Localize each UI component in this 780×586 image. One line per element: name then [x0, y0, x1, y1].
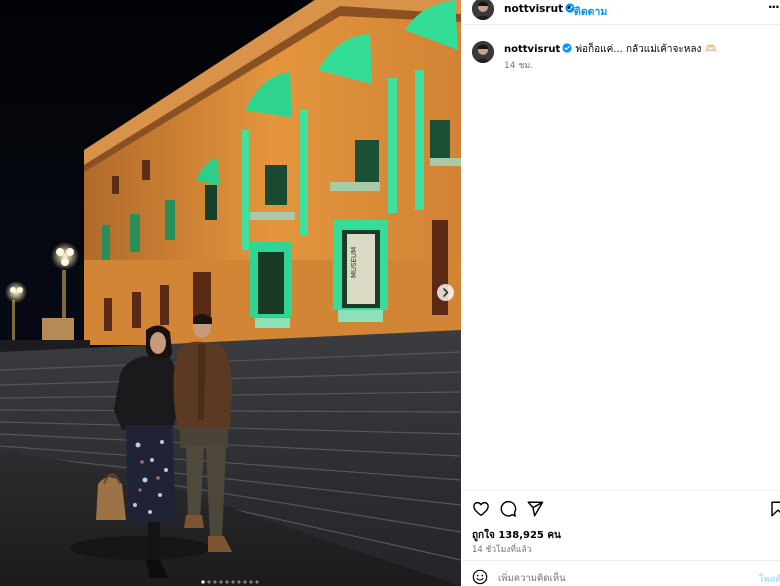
bookmark-icon[interactable]: [769, 500, 780, 518]
post-comment-button[interactable]: โพสต์: [759, 572, 780, 586]
post-photo[interactable]: MUSEUM: [0, 0, 461, 586]
post-header: nottvisrut • ติดตาม ···: [461, 0, 780, 25]
carousel-dot: [237, 580, 241, 584]
post-panel: nottvisrut • ติดตาม ··· nottvisrut พ่อก็…: [461, 0, 780, 586]
follow-button[interactable]: ติดตาม: [574, 3, 607, 20]
comment-icon[interactable]: [499, 500, 517, 518]
likes-count[interactable]: ถูกใจ 138,925 คน: [472, 528, 561, 543]
carousel-dot: [255, 580, 259, 584]
museum-sign-text: MUSEUM: [350, 247, 358, 278]
carousel-dot: [219, 580, 223, 584]
emoji-icon[interactable]: [472, 569, 488, 585]
comment-input[interactable]: [498, 571, 748, 585]
avatar[interactable]: [472, 0, 494, 20]
carousel-dot: [249, 580, 253, 584]
caption-username[interactable]: nottvisrut: [504, 44, 560, 55]
verified-icon: [562, 43, 572, 53]
photo-scene: MUSEUM: [0, 0, 461, 586]
carousel-dot: [201, 580, 205, 584]
heart-icon[interactable]: [472, 500, 490, 518]
more-options-button[interactable]: ···: [768, 0, 780, 14]
next-photo-button[interactable]: [437, 284, 454, 301]
carousel-indicator: [201, 580, 259, 584]
carousel-dot: [225, 580, 229, 584]
carousel-dot: [207, 580, 211, 584]
post-timestamp: 14 ชั่วโมงที่แล้ว: [472, 545, 532, 555]
carousel-dot: [243, 580, 247, 584]
caption: nottvisrut พ่อก็อแค่... กลัวแม่เค้าจะหลง…: [504, 42, 717, 57]
carousel-dot: [231, 580, 235, 584]
divider: [461, 490, 780, 491]
share-icon[interactable]: [526, 500, 544, 518]
separator-dot: •: [566, 3, 572, 14]
chevron-right-icon: [443, 288, 449, 297]
caption-avatar[interactable]: [472, 41, 494, 63]
username-text: nottvisrut: [504, 3, 564, 15]
divider: [461, 560, 780, 561]
avatar-image: [472, 0, 494, 20]
caption-time: 14 ชม.: [504, 61, 534, 71]
username-link[interactable]: nottvisrut: [504, 3, 575, 15]
caption-text: พ่อก็อแค่... กลัวแม่เค้าจะหลง 🫶🏻: [575, 44, 717, 55]
avatar-image: [472, 41, 494, 63]
carousel-dot: [213, 580, 217, 584]
